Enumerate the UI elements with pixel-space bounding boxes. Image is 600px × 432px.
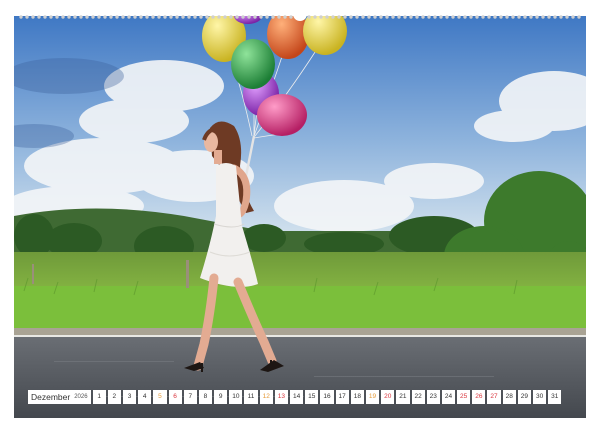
calendar-photo (14, 16, 586, 418)
day-cell: 14 (290, 390, 304, 404)
day-cell: 3 (122, 390, 137, 404)
day-cell: 23 (426, 390, 440, 404)
day-cell: 11 (244, 390, 258, 404)
year-label: 2026 (74, 394, 88, 400)
day-cell: 15 (305, 390, 319, 404)
day-cell: 25 (457, 390, 471, 404)
day-cell: 27 (487, 390, 501, 404)
day-cell: 31 (548, 390, 562, 404)
day-cell: 28 (502, 390, 516, 404)
day-cell: 4 (138, 390, 152, 404)
calendar-page: Dezember 2026 1 2 3 4 5 6 7 8 9 10 11 12 13 14 15 16 17 1… (0, 0, 600, 432)
day-cell: 17 (335, 390, 349, 404)
day-cell: 1 (92, 390, 106, 404)
month-name: Dezember (31, 392, 71, 402)
day-cell: 6 (168, 390, 182, 404)
calendar-date-strip: Dezember 2026 1 2 3 4 5 6 7 8 9 10 11 12 13 14 15 16 17 1… (28, 390, 562, 404)
day-cell: 30 (533, 390, 547, 404)
day-cell: 12 (259, 390, 273, 404)
day-cells: 1 2 3 4 5 6 7 8 9 10 11 12 13 14 15 16 17 18 19 20 21 22 23 24 2… (92, 390, 562, 404)
day-cell: 24 (441, 390, 456, 404)
photo-illustration (14, 16, 586, 418)
day-cell: 20 (381, 390, 395, 404)
day-cell: 19 (365, 390, 380, 404)
day-cell: 8 (198, 390, 213, 404)
day-cell: 7 (183, 390, 197, 404)
day-cell: 16 (320, 390, 334, 404)
day-cell: 9 (214, 390, 228, 404)
day-cell: 5 (153, 390, 167, 404)
day-cell: 13 (274, 390, 289, 404)
day-cell: 21 (396, 390, 410, 404)
day-cell: 26 (472, 390, 486, 404)
day-cell: 18 (350, 390, 364, 404)
day-cell: 2 (107, 390, 121, 404)
day-cell: 10 (229, 390, 243, 404)
day-cell: 29 (517, 390, 532, 404)
day-cell: 22 (411, 390, 425, 404)
month-label: Dezember 2026 (28, 390, 91, 404)
